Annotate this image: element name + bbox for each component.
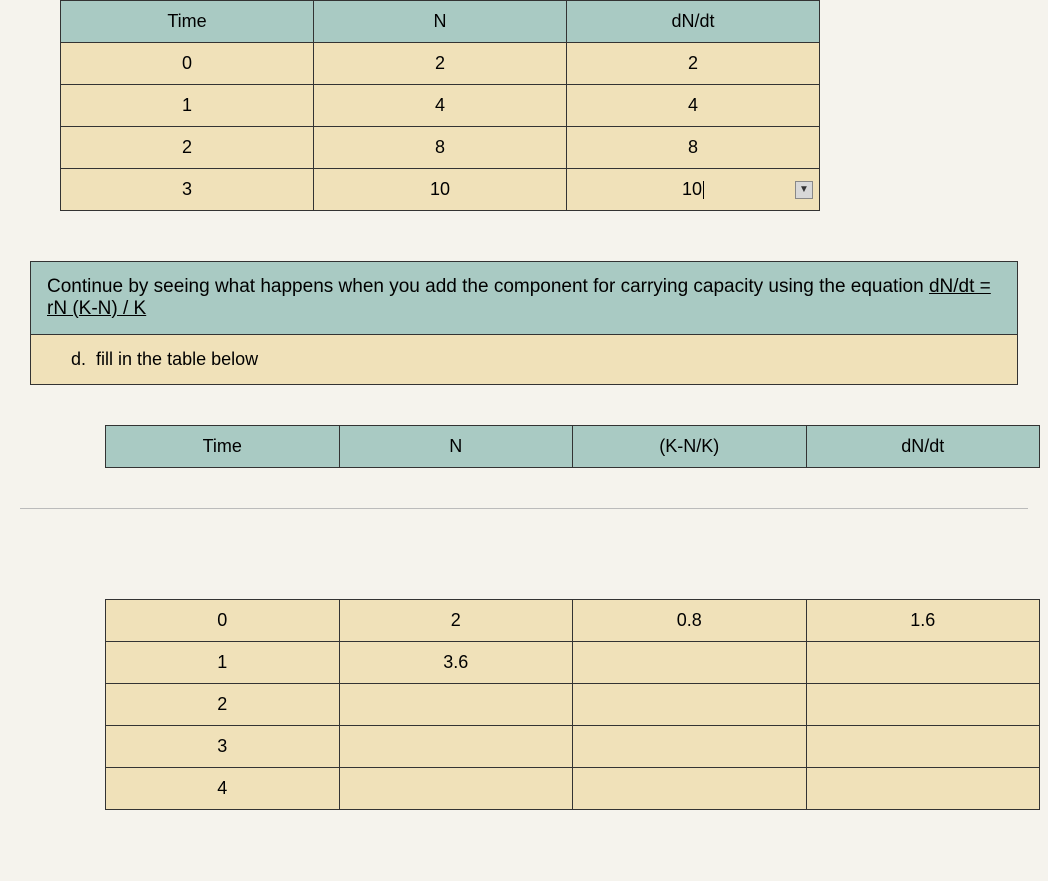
cell[interactable]	[339, 768, 573, 810]
cell[interactable]: 2	[61, 127, 314, 169]
table1-header-dndt: dN/dt	[566, 1, 819, 43]
cell[interactable]: 10	[313, 169, 566, 211]
cell[interactable]	[573, 642, 807, 684]
chevron-down-icon[interactable]: ▼	[795, 181, 813, 199]
cell[interactable]: 0	[106, 600, 340, 642]
cell[interactable]: 8	[566, 127, 819, 169]
cell[interactable]	[806, 768, 1040, 810]
table-row: 3	[106, 726, 1040, 768]
cell[interactable]: 4	[566, 85, 819, 127]
table-row: 1 3.6	[106, 642, 1040, 684]
exponential-growth-table: Time N dN/dt 0 2 2 1 4 4 2 8 8 3 10 10 ▼	[60, 0, 820, 211]
page-divider	[20, 508, 1028, 509]
cell[interactable]	[806, 726, 1040, 768]
logistic-growth-table-body: 0 2 0.8 1.6 1 3.6 2 3 4	[105, 599, 1040, 810]
cell[interactable]: 2	[339, 600, 573, 642]
cell[interactable]: 0	[61, 43, 314, 85]
cell[interactable]: 2	[106, 684, 340, 726]
logistic-growth-table-header: Time N (K-N/K) dN/dt	[105, 425, 1040, 468]
instruction-text: Continue by seeing what happens when you…	[31, 262, 1017, 335]
cell[interactable]: 1	[106, 642, 340, 684]
cell[interactable]	[573, 684, 807, 726]
table-row: 2	[106, 684, 1040, 726]
table2-header-time: Time	[106, 426, 340, 468]
cell[interactable]: 3.6	[339, 642, 573, 684]
cell[interactable]: 4	[106, 768, 340, 810]
cell[interactable]	[339, 684, 573, 726]
cell[interactable]: 2	[566, 43, 819, 85]
cell[interactable]: 4	[313, 85, 566, 127]
instruction-box: Continue by seeing what happens when you…	[30, 261, 1018, 385]
table-row: 4	[106, 768, 1040, 810]
instruction-subtask: d. fill in the table below	[31, 335, 1017, 384]
cell[interactable]: 2	[313, 43, 566, 85]
table2-header-n: N	[339, 426, 573, 468]
table2-header-dndt: dN/dt	[806, 426, 1040, 468]
table-row: 1 4 4	[61, 85, 820, 127]
cell[interactable]	[573, 768, 807, 810]
cell[interactable]	[573, 726, 807, 768]
cell[interactable]: 0.8	[573, 600, 807, 642]
cell[interactable]: 3	[106, 726, 340, 768]
cell[interactable]: 3	[61, 169, 314, 211]
table-row: 3 10 10 ▼	[61, 169, 820, 211]
table-row: 0 2 2	[61, 43, 820, 85]
table-row: 2 8 8	[61, 127, 820, 169]
cell[interactable]	[806, 642, 1040, 684]
cell[interactable]: 1.6	[806, 600, 1040, 642]
cell[interactable]: 1	[61, 85, 314, 127]
cell[interactable]: 8	[313, 127, 566, 169]
table2-header-knk: (K-N/K)	[573, 426, 807, 468]
cell-active[interactable]: 10 ▼	[566, 169, 819, 211]
table1-header-time: Time	[61, 1, 314, 43]
table-row: 0 2 0.8 1.6	[106, 600, 1040, 642]
cell[interactable]	[806, 684, 1040, 726]
cell[interactable]	[339, 726, 573, 768]
table1-header-n: N	[313, 1, 566, 43]
